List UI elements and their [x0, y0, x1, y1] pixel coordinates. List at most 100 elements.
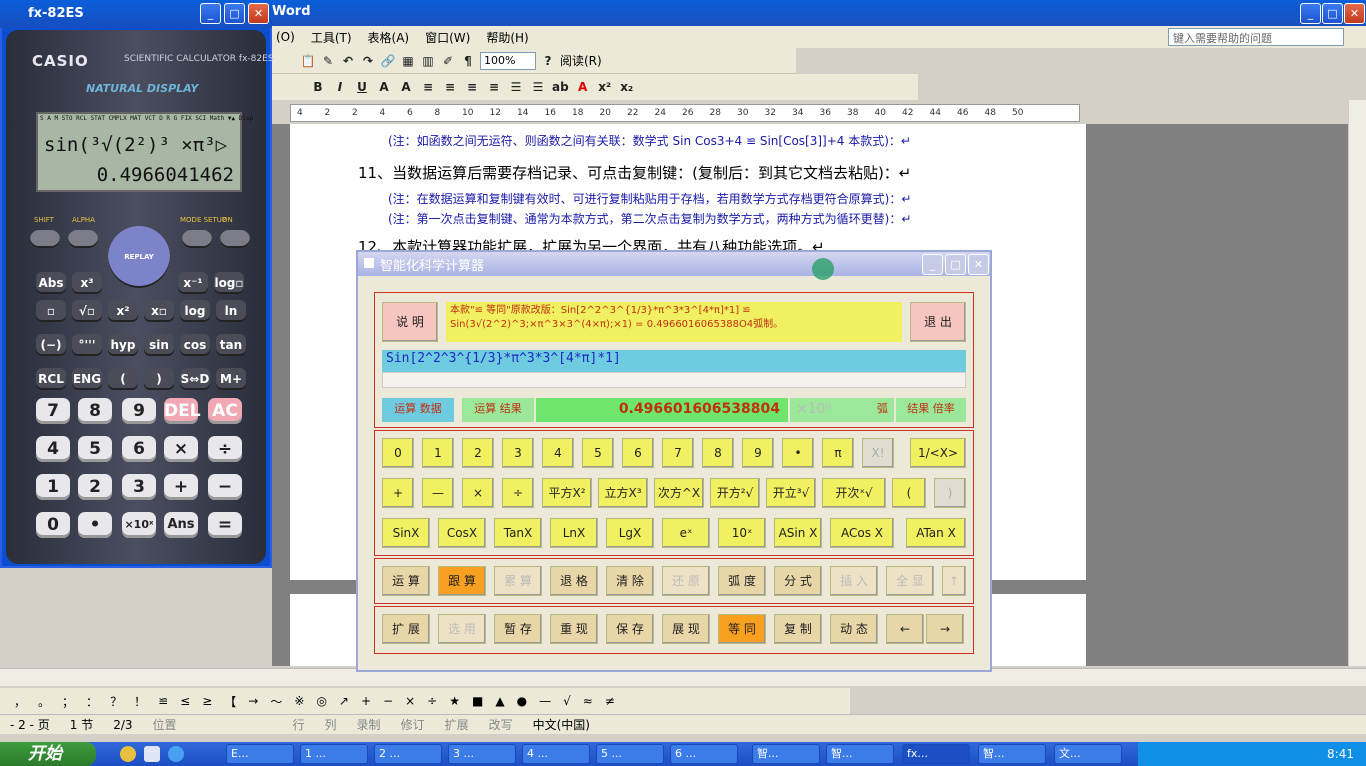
- symbol-icon[interactable]: 。: [38, 693, 50, 710]
- casio-num-key[interactable]: 1: [36, 474, 70, 500]
- extension-button[interactable]: 暂 存: [494, 614, 542, 644]
- exit-button[interactable]: 退 出: [910, 302, 966, 342]
- function-button[interactable]: 10ˣ: [718, 518, 766, 548]
- taskbar-item[interactable]: 3 ...: [448, 744, 516, 764]
- extension-button[interactable]: 等 同: [718, 614, 766, 644]
- table-icon[interactable]: ▦: [400, 54, 416, 68]
- columns-icon[interactable]: ▥: [420, 54, 436, 68]
- casio-num-key[interactable]: ×10ˣ: [122, 512, 156, 538]
- symbol-icon[interactable]: 【: [224, 693, 236, 710]
- digit-button[interactable]: π: [822, 438, 854, 468]
- taskbar-item[interactable]: 智...: [978, 744, 1046, 764]
- casio-num-key[interactable]: +: [164, 474, 198, 500]
- casio-num-key[interactable]: AC: [208, 398, 242, 424]
- casio-key[interactable]: √▫: [72, 300, 102, 322]
- symbol-icon[interactable]: —: [539, 694, 551, 708]
- highlight-icon[interactable]: ab: [552, 80, 569, 94]
- char-shading-icon[interactable]: A: [398, 80, 414, 94]
- operation-button[interactable]: 累 算: [494, 566, 542, 596]
- digit-button[interactable]: 2: [462, 438, 494, 468]
- close-icon[interactable]: ✕: [248, 3, 269, 24]
- expression-input[interactable]: Sin[2^2^3^{1/3}*π^3*3^[4*π]*1]: [382, 350, 966, 372]
- extension-button[interactable]: →: [926, 614, 964, 644]
- casio-num-key[interactable]: 2: [78, 474, 112, 500]
- extension-button[interactable]: 重 现: [550, 614, 598, 644]
- symbol-icon[interactable]: ：: [86, 693, 98, 710]
- operation-button[interactable]: 跟 算: [438, 566, 486, 596]
- operation-button[interactable]: 插 入: [830, 566, 878, 596]
- align-center-icon[interactable]: ≡: [442, 80, 458, 94]
- casio-key[interactable]: Abs: [36, 272, 66, 294]
- minimize-icon[interactable]: _: [200, 3, 221, 24]
- paste-icon[interactable]: 📋: [300, 54, 316, 68]
- explain-button[interactable]: 说 明: [382, 302, 438, 342]
- casio-num-key[interactable]: 7: [36, 398, 70, 424]
- hyperlink-icon[interactable]: 🔗: [380, 54, 396, 68]
- operation-button[interactable]: 弧 度: [718, 566, 766, 596]
- show-hide-icon[interactable]: ¶: [460, 54, 476, 68]
- taskbar-item[interactable]: fx...: [902, 744, 970, 764]
- operator-button[interactable]: ): [934, 478, 966, 508]
- casio-num-key[interactable]: 5: [78, 436, 112, 462]
- function-button[interactable]: SinX: [382, 518, 430, 548]
- numbering-icon[interactable]: ☰: [508, 80, 524, 94]
- maximize-icon[interactable]: □: [945, 254, 966, 275]
- extension-button[interactable]: 保 存: [606, 614, 654, 644]
- digit-button[interactable]: 4: [542, 438, 574, 468]
- menu-window[interactable]: 窗口(W): [425, 29, 470, 46]
- casio-fn-key[interactable]: [68, 230, 98, 248]
- symbol-icon[interactable]: →: [248, 694, 258, 708]
- casio-key[interactable]: x³: [72, 272, 102, 294]
- extension-button[interactable]: 选 用: [438, 614, 486, 644]
- symbol-icon[interactable]: ≠: [605, 694, 615, 708]
- symbol-icon[interactable]: ≈: [583, 694, 593, 708]
- digit-button[interactable]: 7: [662, 438, 694, 468]
- casio-key[interactable]: log▫: [214, 272, 244, 294]
- chrome-icon[interactable]: [120, 746, 136, 762]
- char-border-icon[interactable]: A: [376, 80, 392, 94]
- symbol-icon[interactable]: ×: [405, 694, 415, 708]
- casio-num-key[interactable]: −: [208, 474, 242, 500]
- casio-key[interactable]: ln: [216, 300, 246, 322]
- undo-icon[interactable]: ↶: [340, 54, 356, 68]
- taskbar-item[interactable]: 4 ...: [522, 744, 590, 764]
- extension-button[interactable]: 扩 展: [382, 614, 430, 644]
- symbol-icon[interactable]: ●: [517, 694, 527, 708]
- italic-button[interactable]: I: [332, 80, 348, 94]
- start-button[interactable]: 开始: [0, 742, 96, 766]
- casio-key[interactable]: x⁻¹: [178, 272, 208, 294]
- casio-key[interactable]: RCL: [36, 368, 66, 390]
- casio-num-key[interactable]: 6: [122, 436, 156, 462]
- casio-num-key[interactable]: Ans: [164, 512, 198, 538]
- casio-key[interactable]: sin: [144, 334, 174, 356]
- casio-num-key[interactable]: •: [78, 512, 112, 538]
- close-icon[interactable]: ✕: [1344, 3, 1365, 24]
- taskbar-item[interactable]: 文...: [1054, 744, 1122, 764]
- casio-num-key[interactable]: =: [208, 512, 242, 538]
- operator-button[interactable]: 开立³√: [766, 478, 816, 508]
- casio-key[interactable]: ): [144, 368, 174, 390]
- symbol-icon[interactable]: ≌: [158, 694, 168, 708]
- symbol-icon[interactable]: ◎: [316, 694, 326, 708]
- operation-button[interactable]: 退 格: [550, 566, 598, 596]
- symbol-icon[interactable]: ≥: [202, 694, 212, 708]
- subscript-icon[interactable]: x₂: [619, 80, 635, 94]
- menu-table[interactable]: 表格(A): [368, 29, 410, 46]
- operator-button[interactable]: 开方²√: [710, 478, 760, 508]
- casio-key[interactable]: tan: [216, 334, 246, 356]
- operation-button[interactable]: 全 显: [886, 566, 934, 596]
- font-color-icon[interactable]: A: [575, 80, 591, 94]
- extension-button[interactable]: 动 态: [830, 614, 878, 644]
- symbol-icon[interactable]: +: [361, 694, 371, 708]
- casio-key[interactable]: ▫: [36, 300, 66, 322]
- menu-format[interactable]: (O): [276, 30, 295, 44]
- align-left-icon[interactable]: ≡: [420, 80, 436, 94]
- casio-fn-key[interactable]: [182, 230, 212, 248]
- digit-button[interactable]: 6: [622, 438, 654, 468]
- digit-button[interactable]: •: [782, 438, 814, 468]
- operation-button[interactable]: 运 算: [382, 566, 430, 596]
- symbol-icon[interactable]: √: [563, 694, 571, 708]
- casio-num-key[interactable]: ÷: [208, 436, 242, 462]
- justify-icon[interactable]: ≡: [486, 80, 502, 94]
- help-icon[interactable]: ?: [540, 54, 556, 68]
